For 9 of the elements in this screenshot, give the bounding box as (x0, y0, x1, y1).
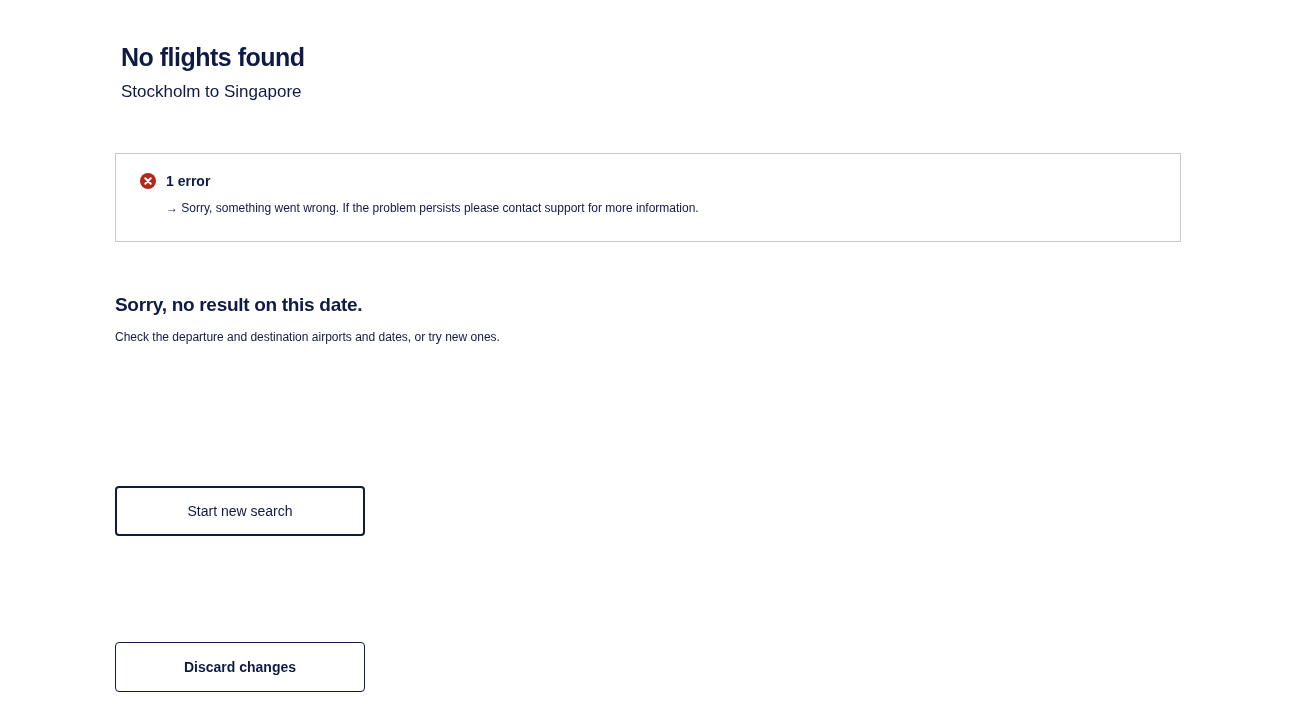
error-count: 1 error (166, 173, 211, 189)
error-icon (140, 173, 156, 189)
no-result-text: Check the departure and destination airports and dates, or try new ones. (115, 330, 501, 344)
discard-button[interactable]: Discard changes (115, 642, 365, 692)
no-result-heading: Sorry, no result on this date. (115, 294, 364, 316)
page-title: No flights found (121, 42, 306, 73)
route-subtitle: Stockholm to Singapore (121, 82, 303, 102)
start-search-button[interactable]: Start new search (115, 486, 365, 536)
error-message: → Sorry, something went wrong. If the problem persists please contact support for more information. (166, 201, 700, 215)
